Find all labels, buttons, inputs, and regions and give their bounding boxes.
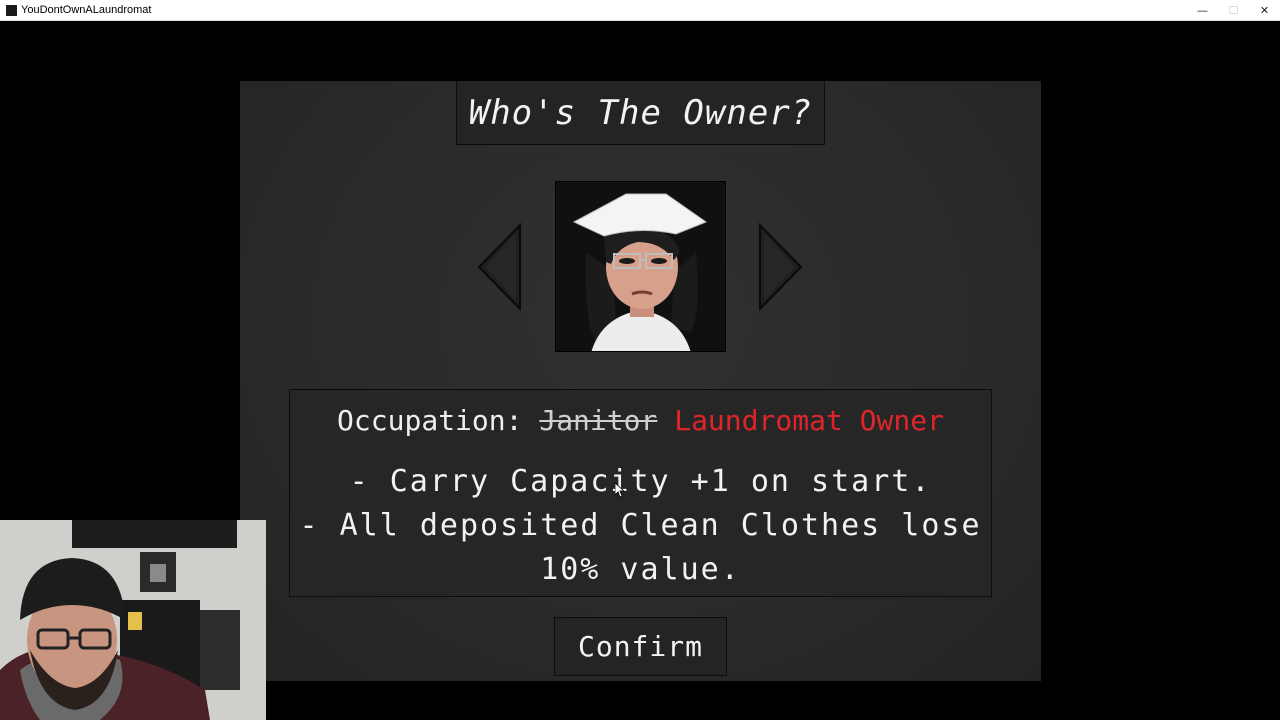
title-box: Who's The Owner? <box>456 81 825 145</box>
screen-title: Who's The Owner? <box>468 92 813 133</box>
owner-select-panel: Who's The Owner? Occupation: Janitor Lau… <box>240 81 1041 681</box>
occupation-new: Laundromat Owner <box>674 404 944 437</box>
mouse-cursor-icon <box>615 483 625 497</box>
minimize-button[interactable]: — <box>1187 0 1218 21</box>
window-titlebar: YouDontOwnALaundromat — ☐ ✕ <box>0 0 1280 21</box>
perk-list: - Carry Capacity +1 on start. - All depo… <box>290 460 991 587</box>
arrow-left-icon[interactable] <box>476 223 524 311</box>
maximize-button[interactable]: ☐ <box>1218 0 1249 21</box>
occupation-old: Janitor <box>539 404 658 437</box>
occupation-info-box: Occupation: Janitor Laundromat Owner - C… <box>289 389 992 597</box>
character-portrait-image <box>556 182 725 351</box>
webcam-image <box>0 520 266 720</box>
occupation-line: Occupation: Janitor Laundromat Owner <box>290 404 991 437</box>
window-controls: — ☐ ✕ <box>1187 0 1280 21</box>
occupation-label: Occupation: <box>337 404 523 437</box>
perk-item: - All deposited Clean Clothes lose 10% v… <box>299 508 982 587</box>
app-icon <box>6 4 17 16</box>
webcam-overlay <box>0 520 266 720</box>
confirm-button[interactable]: Confirm <box>554 617 727 676</box>
window-title: YouDontOwnALaundromat <box>21 4 152 16</box>
perk-item: - Carry Capacity +1 on start. <box>349 464 932 499</box>
arrow-right-icon[interactable] <box>756 223 804 311</box>
close-button[interactable]: ✕ <box>1249 0 1280 21</box>
character-portrait <box>555 181 726 352</box>
